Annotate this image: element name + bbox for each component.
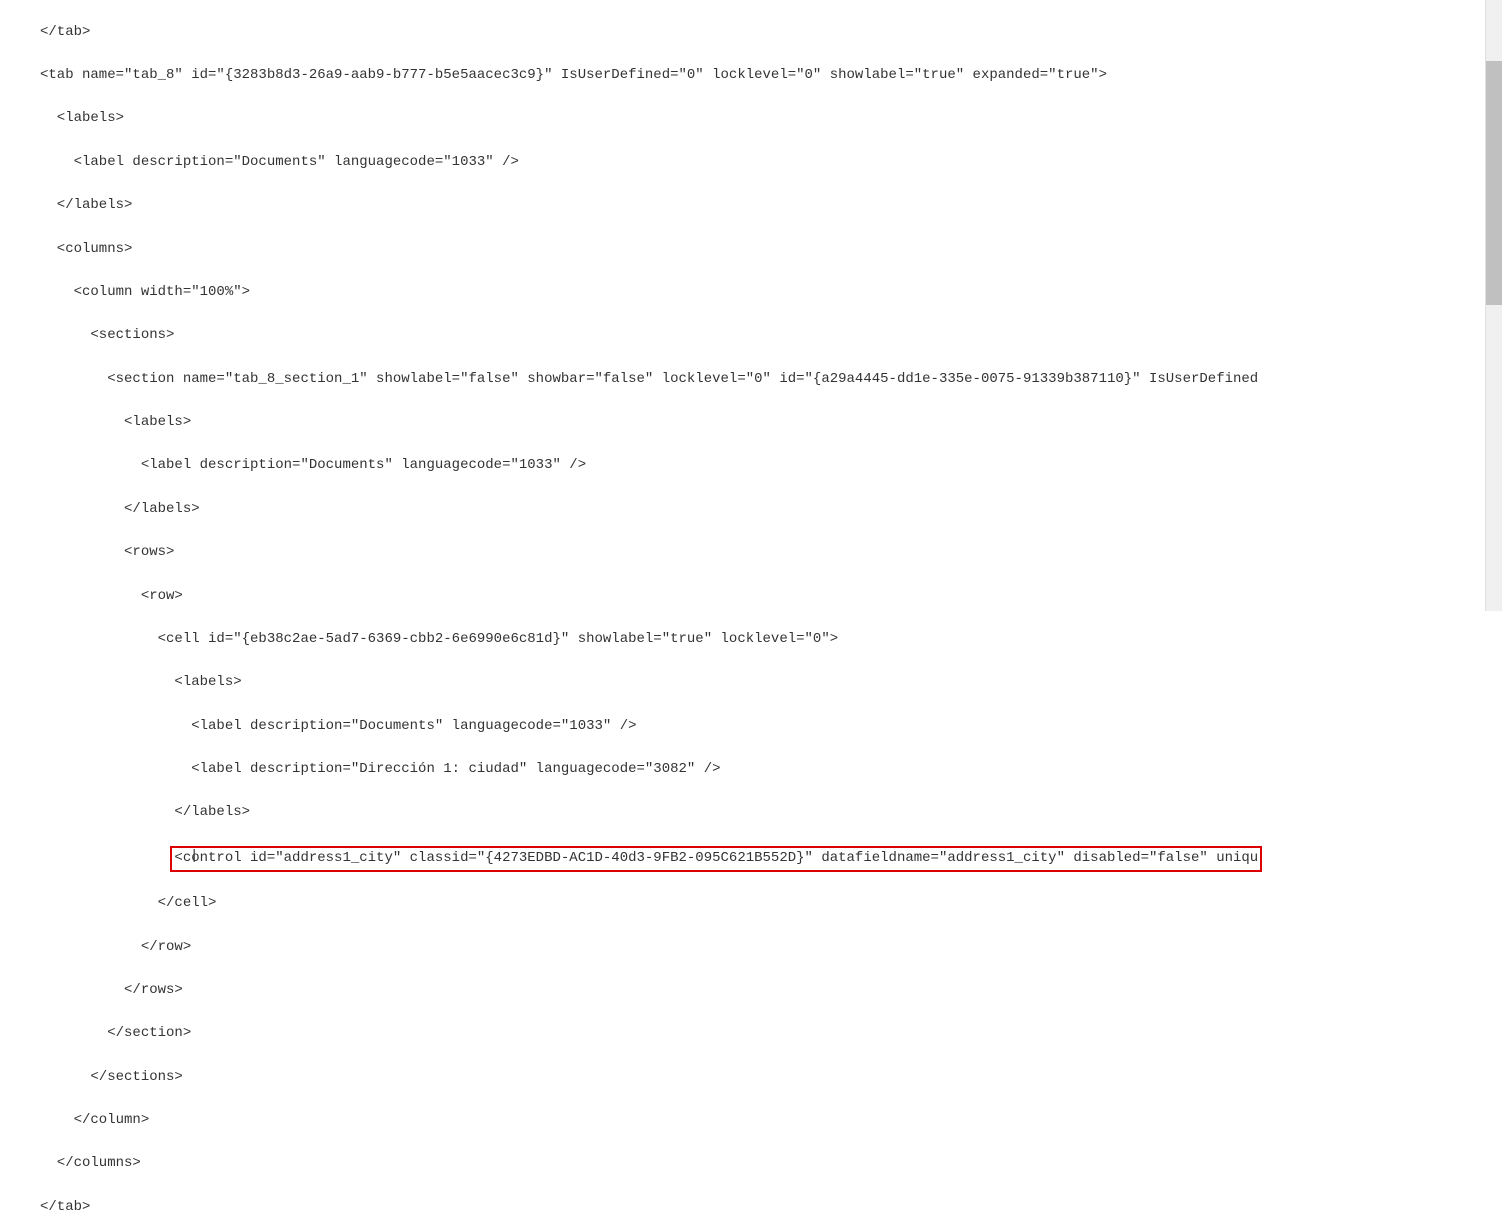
code-line: <labels>	[40, 672, 1502, 694]
code-line: </sections>	[40, 1067, 1502, 1089]
scrollbar-thumb[interactable]	[1486, 61, 1502, 305]
code-line: </cell>	[40, 893, 1502, 915]
code-line: <column width="100%">	[40, 282, 1502, 304]
code-line: </labels>	[40, 499, 1502, 521]
code-line: <labels>	[40, 412, 1502, 434]
xml-code-block[interactable]: </tab> <tab name="tab_8" id="{3283b8d3-2…	[0, 0, 1502, 1222]
code-line: </labels>	[40, 802, 1502, 824]
code-line: <label description="Documents" languagec…	[40, 455, 1502, 477]
code-line: </tab>	[40, 1197, 1502, 1219]
code-line: </rows>	[40, 980, 1502, 1002]
code-line: </labels>	[40, 195, 1502, 217]
code-line: <columns>	[40, 239, 1502, 261]
code-line: <section name="tab_8_section_1" showlabe…	[40, 369, 1502, 391]
code-line: <label description="Documents" languagec…	[40, 716, 1502, 738]
code-line: <label description="Documents" languagec…	[40, 152, 1502, 174]
code-line: <label description="Dirección 1: ciudad"…	[40, 759, 1502, 781]
code-line: <rows>	[40, 542, 1502, 564]
code-line: <sections>	[40, 325, 1502, 347]
code-line: </tab>	[40, 22, 1502, 44]
code-line: <tab name="tab_8" id="{3283b8d3-26a9-aab…	[40, 65, 1502, 87]
code-line-highlighted: | <control id="address1_city" classid="{…	[40, 846, 1502, 872]
highlighted-control-element: <control id="address1_city" classid="{42…	[170, 846, 1262, 872]
code-line: </columns>	[40, 1153, 1502, 1175]
code-line: <labels>	[40, 108, 1502, 130]
code-line: <cell id="{eb38c2ae-5ad7-6369-cbb2-6e699…	[40, 629, 1502, 651]
code-line: <row>	[40, 586, 1502, 608]
text-cursor: |	[190, 846, 198, 868]
code-line: </row>	[40, 937, 1502, 959]
code-line: </section>	[40, 1023, 1502, 1045]
vertical-scrollbar[interactable]	[1485, 0, 1502, 611]
code-line: </column>	[40, 1110, 1502, 1132]
